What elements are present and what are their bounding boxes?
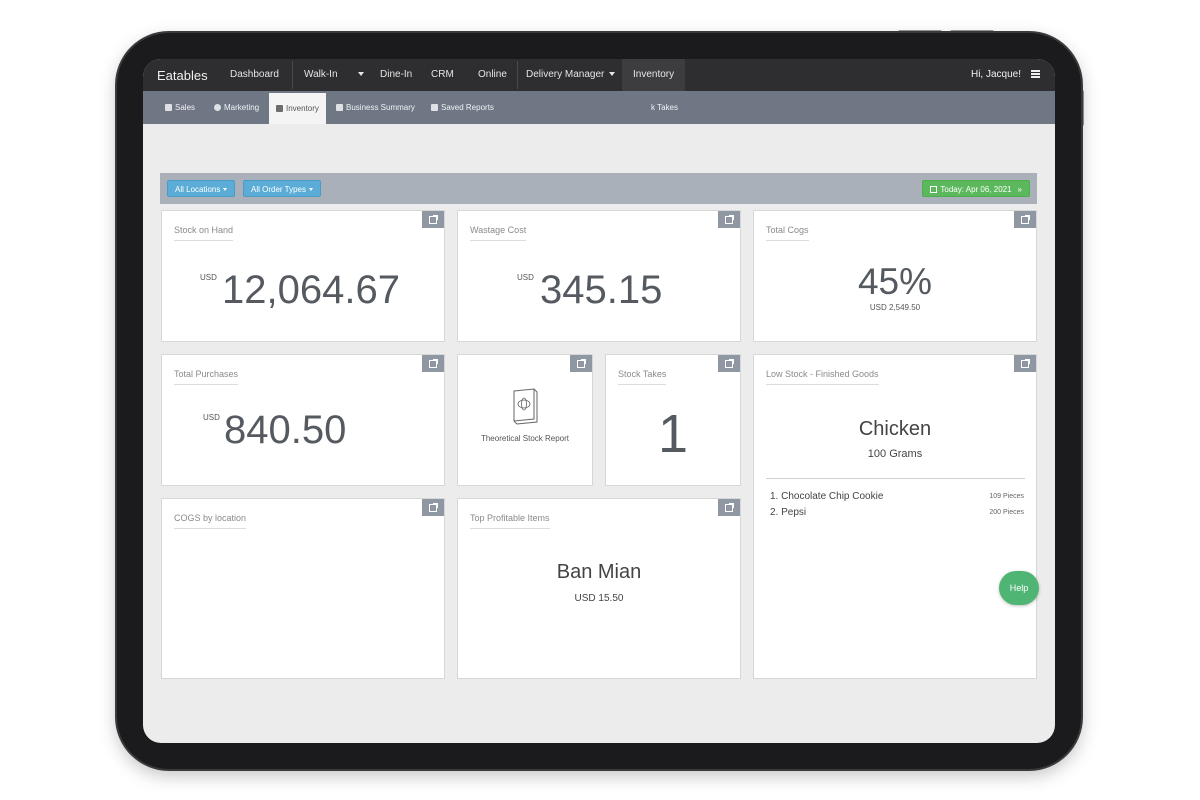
- nav-crm[interactable]: CRM: [431, 59, 454, 91]
- card-total-purchases: Total Purchases USD 840.50: [161, 354, 445, 486]
- nav-walk-in-dropdown[interactable]: [353, 59, 364, 91]
- nav-online[interactable]: Online: [478, 59, 507, 91]
- external-link-icon[interactable]: [1014, 355, 1036, 372]
- card-title: Total Purchases: [174, 369, 239, 385]
- caret-down-icon: [308, 188, 313, 192]
- external-link-icon[interactable]: [570, 355, 592, 372]
- list-item-qty: 109 Pieces: [989, 493, 1024, 500]
- order-types-dropdown[interactable]: All Order Types: [243, 180, 321, 197]
- card-stock-on-hand: Stock on Hand USD 12,064.67: [161, 210, 445, 342]
- chevron-down-icon: »: [1017, 185, 1022, 194]
- subnav-business-summary[interactable]: Business Summary: [336, 91, 415, 124]
- nav-dashboard[interactable]: Dashboard: [230, 59, 279, 91]
- locations-dropdown[interactable]: All Locations: [167, 180, 236, 197]
- nav-separator: [517, 61, 518, 89]
- sub-navbar: Sales Marketing Inventory Business Summa…: [143, 91, 1055, 124]
- scale-icon: [165, 104, 172, 111]
- card-title: Top Profitable Items: [470, 513, 550, 529]
- currency-label: USD: [517, 273, 534, 282]
- theoretical-stock-report-label: Theoretical Stock Report: [480, 434, 570, 443]
- subnav-saved-reports-label: Saved Reports: [441, 103, 494, 112]
- wastage-cost-value: 345.15: [540, 268, 663, 312]
- stock-on-hand-value: 12,064.67: [222, 268, 400, 312]
- subnav-stock-takes[interactable]: k Takes: [651, 91, 678, 124]
- card-cogs-by-location: COGS by location: [161, 498, 445, 679]
- nav-delivery-manager-label: Delivery Manager: [526, 69, 605, 80]
- app-screen: Eatables Dashboard Walk-In Dine-In CRM O…: [143, 59, 1055, 743]
- subnav-inventory[interactable]: Inventory: [269, 93, 326, 124]
- total-cogs-percent: 45%: [857, 261, 933, 302]
- user-greeting[interactable]: Hi, Jacque!: [971, 69, 1021, 80]
- order-types-dropdown-label: All Order Types: [251, 185, 306, 194]
- subnav-sales-label: Sales: [175, 103, 196, 112]
- top-item-price: USD 15.50: [574, 593, 624, 604]
- external-link-icon[interactable]: [422, 211, 444, 228]
- external-link-icon[interactable]: [422, 499, 444, 516]
- top-item-name: Ban Mian: [556, 561, 642, 583]
- card-title: Stock on Hand: [174, 225, 234, 241]
- hamburger-icon[interactable]: [1031, 70, 1040, 78]
- box-icon: [276, 105, 283, 112]
- subnav-marketing[interactable]: Marketing: [214, 91, 259, 124]
- card-low-stock: Low Stock - Finished Goods Chicken 100 G…: [753, 354, 1037, 679]
- low-stock-item-name: Chicken: [858, 418, 932, 440]
- card-top-profitable-items: Top Profitable Items Ban Mian USD 15.50: [457, 498, 741, 679]
- card-title: Stock Takes: [618, 369, 667, 385]
- total-purchases-value: 840.50: [224, 408, 347, 452]
- stock-takes-value: 1: [657, 404, 689, 464]
- external-link-icon[interactable]: [718, 211, 740, 228]
- divider: [766, 478, 1025, 479]
- list-item-qty: 200 Pieces: [989, 509, 1024, 516]
- nav-dine-in[interactable]: Dine-In: [380, 59, 412, 91]
- calendar-icon: [930, 186, 938, 193]
- top-navbar: Eatables Dashboard Walk-In Dine-In CRM O…: [143, 59, 1055, 91]
- locations-dropdown-label: All Locations: [175, 185, 221, 194]
- subnav-business-summary-label: Business Summary: [346, 103, 415, 112]
- card-wastage-cost: Wastage Cost USD 345.15: [457, 210, 741, 342]
- external-link-icon[interactable]: [422, 355, 444, 372]
- external-link-icon[interactable]: [718, 355, 740, 372]
- nav-inventory[interactable]: Inventory: [622, 59, 686, 91]
- nav-delivery-manager[interactable]: Delivery Manager: [526, 59, 616, 91]
- subnav-marketing-label: Marketing: [224, 103, 260, 112]
- card-title: COGS by location: [174, 513, 247, 529]
- card-theoretical-stock-report[interactable]: Theoretical Stock Report: [457, 354, 593, 486]
- save-icon: [431, 104, 438, 111]
- currency-label: USD: [200, 273, 217, 282]
- help-button[interactable]: Help: [999, 571, 1039, 605]
- list-item: 2. Pepsi: [770, 507, 807, 518]
- subnav-saved-reports[interactable]: Saved Reports: [431, 91, 494, 124]
- subnav-inventory-label: Inventory: [286, 104, 319, 113]
- filter-bar: All Locations All Order Types Today: Apr…: [160, 173, 1037, 204]
- nav-walk-in[interactable]: Walk-In: [304, 59, 338, 91]
- external-link-icon[interactable]: [718, 499, 740, 516]
- card-stock-takes: Stock Takes 1: [605, 354, 741, 486]
- date-picker-label: Today: Apr 06, 2021: [940, 185, 1012, 194]
- caret-down-icon: [223, 188, 228, 192]
- card-title: Wastage Cost: [470, 225, 527, 241]
- card-title: Low Stock - Finished Goods: [766, 369, 879, 385]
- card-title: Total Cogs: [766, 225, 809, 241]
- external-link-icon[interactable]: [1014, 211, 1036, 228]
- subnav-sales[interactable]: Sales: [165, 91, 195, 124]
- compass-icon: [214, 104, 221, 111]
- card-total-cogs: Total Cogs 45% USD 2,549.50: [753, 210, 1037, 342]
- brand-logo[interactable]: Eatables: [157, 68, 208, 83]
- nav-separator: [292, 61, 293, 89]
- date-picker-button[interactable]: Today: Apr 06, 2021 »: [922, 180, 1030, 197]
- total-cogs-amount: USD 2,549.50: [869, 303, 921, 312]
- caret-down-icon: [609, 72, 616, 77]
- caret-down-icon: [358, 72, 364, 77]
- low-stock-item-qty: 100 Grams: [867, 448, 923, 460]
- book-icon: [513, 388, 538, 425]
- list-item: 1. Chocolate Chip Cookie: [770, 491, 884, 502]
- currency-label: USD: [203, 413, 220, 422]
- tag-icon: [336, 104, 343, 111]
